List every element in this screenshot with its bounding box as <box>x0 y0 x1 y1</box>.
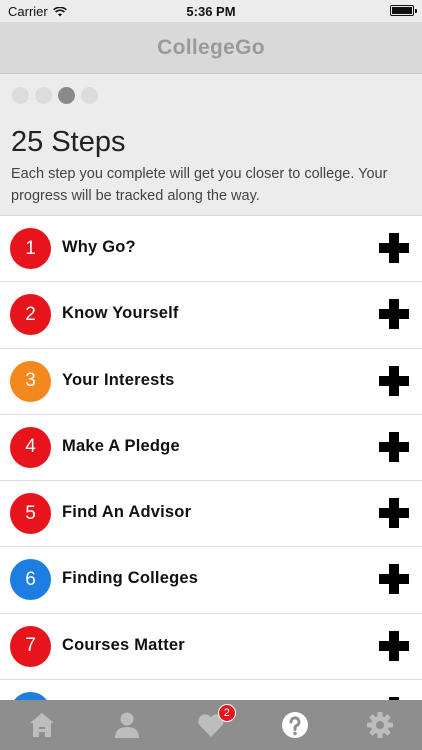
step-label: Finding Colleges <box>62 569 199 588</box>
step-label: Find An Advisor <box>62 503 192 522</box>
step-label: Courses Matter <box>62 635 185 654</box>
step-row[interactable]: 4 Make A Pledge <box>0 414 422 482</box>
step-list[interactable]: 1 Why Go? 2 Know Yourself 3 Your Interests 4 Ma… <box>0 216 422 700</box>
step-label: Make A Pledge <box>62 436 180 455</box>
tab-favorites[interactable]: 2 <box>169 700 253 750</box>
page-dot[interactable] <box>35 87 52 104</box>
step-label: Why Go? <box>62 238 136 256</box>
step-number-badge: 4 <box>10 426 51 468</box>
page-indicator[interactable] <box>12 87 98 104</box>
plus-icon[interactable] <box>379 498 409 529</box>
nav-bar: CollegeGo <box>0 22 422 74</box>
step-number-badge: 6 <box>10 559 51 601</box>
gear-icon <box>366 712 393 738</box>
intro-description: Each step you complete will get you clos… <box>11 166 388 204</box>
plus-icon[interactable] <box>379 630 409 661</box>
intro-panel: 25 Steps Each step you complete will get… <box>0 74 422 216</box>
step-number-badge: 3 <box>10 360 51 402</box>
step-row[interactable]: 2 Know Yourself <box>0 282 422 349</box>
plus-icon[interactable] <box>379 299 409 330</box>
tab-bar: 2 <box>0 700 422 750</box>
tab-settings[interactable] <box>338 700 422 750</box>
app-title: CollegeGo <box>157 35 265 59</box>
plus-icon[interactable] <box>379 233 409 263</box>
page-dot[interactable] <box>12 87 29 104</box>
step-number-badge: 7 <box>10 625 51 667</box>
plus-icon[interactable] <box>379 431 409 462</box>
person-icon <box>114 712 139 738</box>
home-icon <box>30 713 55 737</box>
step-row[interactable] <box>0 680 422 700</box>
tab-help[interactable] <box>253 700 337 750</box>
step-row[interactable]: 5 Find An Advisor <box>0 481 422 548</box>
question-icon <box>282 712 309 738</box>
step-number-badge: 1 <box>10 228 51 269</box>
step-label: Know Yourself <box>62 304 179 323</box>
battery-icon <box>390 5 417 16</box>
step-row[interactable]: 1 Why Go? <box>0 216 422 283</box>
page-dot[interactable] <box>81 87 98 104</box>
plus-icon[interactable] <box>379 564 409 595</box>
page-dot-active[interactable] <box>58 87 75 104</box>
step-label: Your Interests <box>62 370 175 389</box>
step-row[interactable]: 7 Courses Matter <box>0 613 422 681</box>
favorites-badge: 2 <box>217 704 236 722</box>
plus-icon[interactable] <box>379 365 409 396</box>
tab-home[interactable] <box>0 700 84 750</box>
intro-title: 25 Steps <box>11 126 126 158</box>
step-row[interactable]: 6 Finding Colleges <box>0 547 422 614</box>
step-number-badge: 5 <box>10 493 51 535</box>
step-number-badge: 2 <box>10 294 51 336</box>
tab-profile[interactable] <box>84 700 168 750</box>
step-number-badge <box>10 692 51 700</box>
status-bar: Carrier 5:36 PM <box>0 0 422 22</box>
step-row[interactable]: 3 Your Interests <box>0 348 422 415</box>
status-time: 5:36 PM <box>186 4 236 19</box>
